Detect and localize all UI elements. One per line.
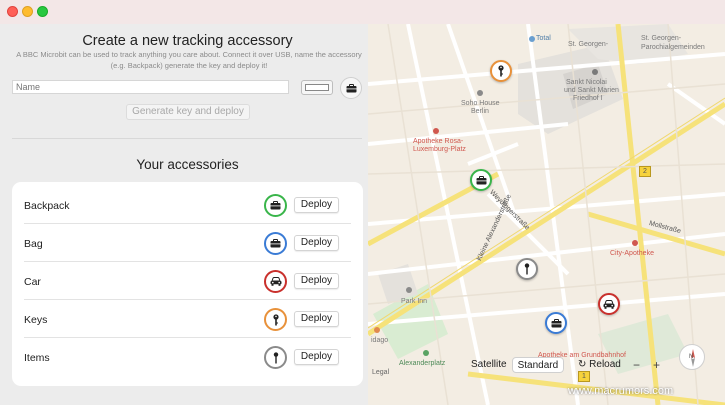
key-icon: [264, 308, 287, 331]
list-item: Backpack Deploy: [12, 186, 363, 224]
map-label: Sankt Nicolai: [566, 79, 607, 86]
close-window-button[interactable]: [7, 6, 18, 17]
list-item: Items Deploy: [12, 338, 363, 376]
map-label: Berlin: [471, 108, 489, 115]
pin-icon: [264, 346, 287, 369]
road-shield: 2: [639, 166, 651, 177]
sidebar-panel: Create a new tracking accessory A BBC Mi…: [0, 24, 368, 405]
icon-picker-button[interactable]: [340, 77, 362, 99]
legal-link[interactable]: Legal: [372, 369, 389, 376]
map-label: City-Apotheke: [610, 250, 654, 257]
satellite-option[interactable]: Satellite: [466, 357, 512, 373]
minimize-window-button[interactable]: [22, 6, 33, 17]
map-label: idago: [371, 337, 389, 344]
map-base: [368, 24, 725, 405]
accessory-label: Bag: [24, 238, 43, 250]
key-icon[interactable]: [490, 60, 512, 82]
map-label: Park Inn: [401, 298, 428, 305]
map-type-segmented-control[interactable]: Satellite Standard: [466, 357, 565, 373]
pin-icon[interactable]: [516, 258, 538, 280]
pharmacy-icon: [433, 128, 439, 134]
zoom-out-button[interactable]: −: [633, 357, 640, 373]
briefcase-icon[interactable]: [545, 312, 567, 334]
create-heading: Create a new tracking accessory: [82, 33, 293, 49]
accessory-name-input[interactable]: [12, 80, 289, 94]
map-label: Total: [536, 35, 551, 42]
park-icon: [423, 350, 429, 356]
deploy-button[interactable]: Deploy: [294, 311, 339, 327]
title-bar: [0, 0, 725, 24]
generate-key-deploy-button[interactable]: Generate key and deploy: [126, 104, 250, 120]
accessory-label: Car: [24, 276, 41, 288]
briefcase-icon: [264, 194, 287, 217]
pharmacy-icon: [632, 240, 638, 246]
create-description: A BBC Microbit can be used to track anyt…: [16, 50, 362, 70]
watermark: www.macrumors.com: [568, 385, 674, 397]
color-swatch: [305, 84, 329, 91]
standard-option[interactable]: Standard: [511, 357, 565, 373]
hotel-icon: [406, 287, 412, 293]
car-icon: [264, 270, 287, 293]
hotel-icon: [477, 90, 483, 96]
briefcase-icon: [346, 83, 356, 92]
map-label: Luxemburg-Platz: [413, 146, 466, 153]
deploy-button[interactable]: Deploy: [294, 349, 339, 365]
cross-icon: [592, 69, 598, 75]
list-item: Car Deploy: [12, 262, 363, 300]
car-icon[interactable]: [598, 293, 620, 315]
map-label: Apotheke Rosa-: [413, 138, 464, 145]
map-label: und Sankt Marien: [564, 87, 619, 94]
map-label: Friedhof I: [573, 95, 603, 102]
accessory-label: Keys: [24, 314, 48, 326]
map-label: St. Georgen-: [568, 41, 609, 48]
reload-button[interactable]: ↻ Reload: [578, 357, 621, 373]
map-label: Parochialgemeinden: [641, 44, 705, 51]
briefcase-icon: [264, 232, 287, 255]
zoom-window-button[interactable]: [37, 6, 48, 17]
deploy-button[interactable]: Deploy: [294, 197, 339, 213]
compass-label: N: [689, 354, 694, 360]
map-label: Soho House: [461, 100, 500, 107]
poi-marker: [529, 36, 535, 42]
reload-label: Reload: [589, 359, 621, 370]
accessory-label: Backpack: [24, 200, 70, 212]
color-picker[interactable]: [301, 80, 333, 95]
map-label: Alexanderplatz: [399, 360, 446, 367]
app-window: Create a new tracking accessory A BBC Mi…: [0, 0, 725, 405]
accessory-label: Items: [24, 352, 50, 364]
section-divider: [12, 138, 362, 139]
accessories-heading: Your accessories: [136, 157, 239, 172]
deploy-button[interactable]: Deploy: [294, 235, 339, 251]
list-item: Keys Deploy: [12, 300, 363, 338]
list-item: Bag Deploy: [12, 224, 363, 262]
briefcase-icon[interactable]: [470, 169, 492, 191]
deploy-button[interactable]: Deploy: [294, 273, 339, 289]
accessory-list: Backpack Deploy Bag Deploy Car Deploy Ke…: [12, 182, 363, 386]
map-label: St. Georgen-: [641, 35, 682, 42]
map-view[interactable]: Total St. Georgen- St. Georgen- Parochia…: [368, 24, 725, 405]
food-icon: [374, 327, 380, 333]
zoom-in-button[interactable]: +: [653, 357, 660, 373]
reload-icon: ↻: [578, 359, 587, 370]
